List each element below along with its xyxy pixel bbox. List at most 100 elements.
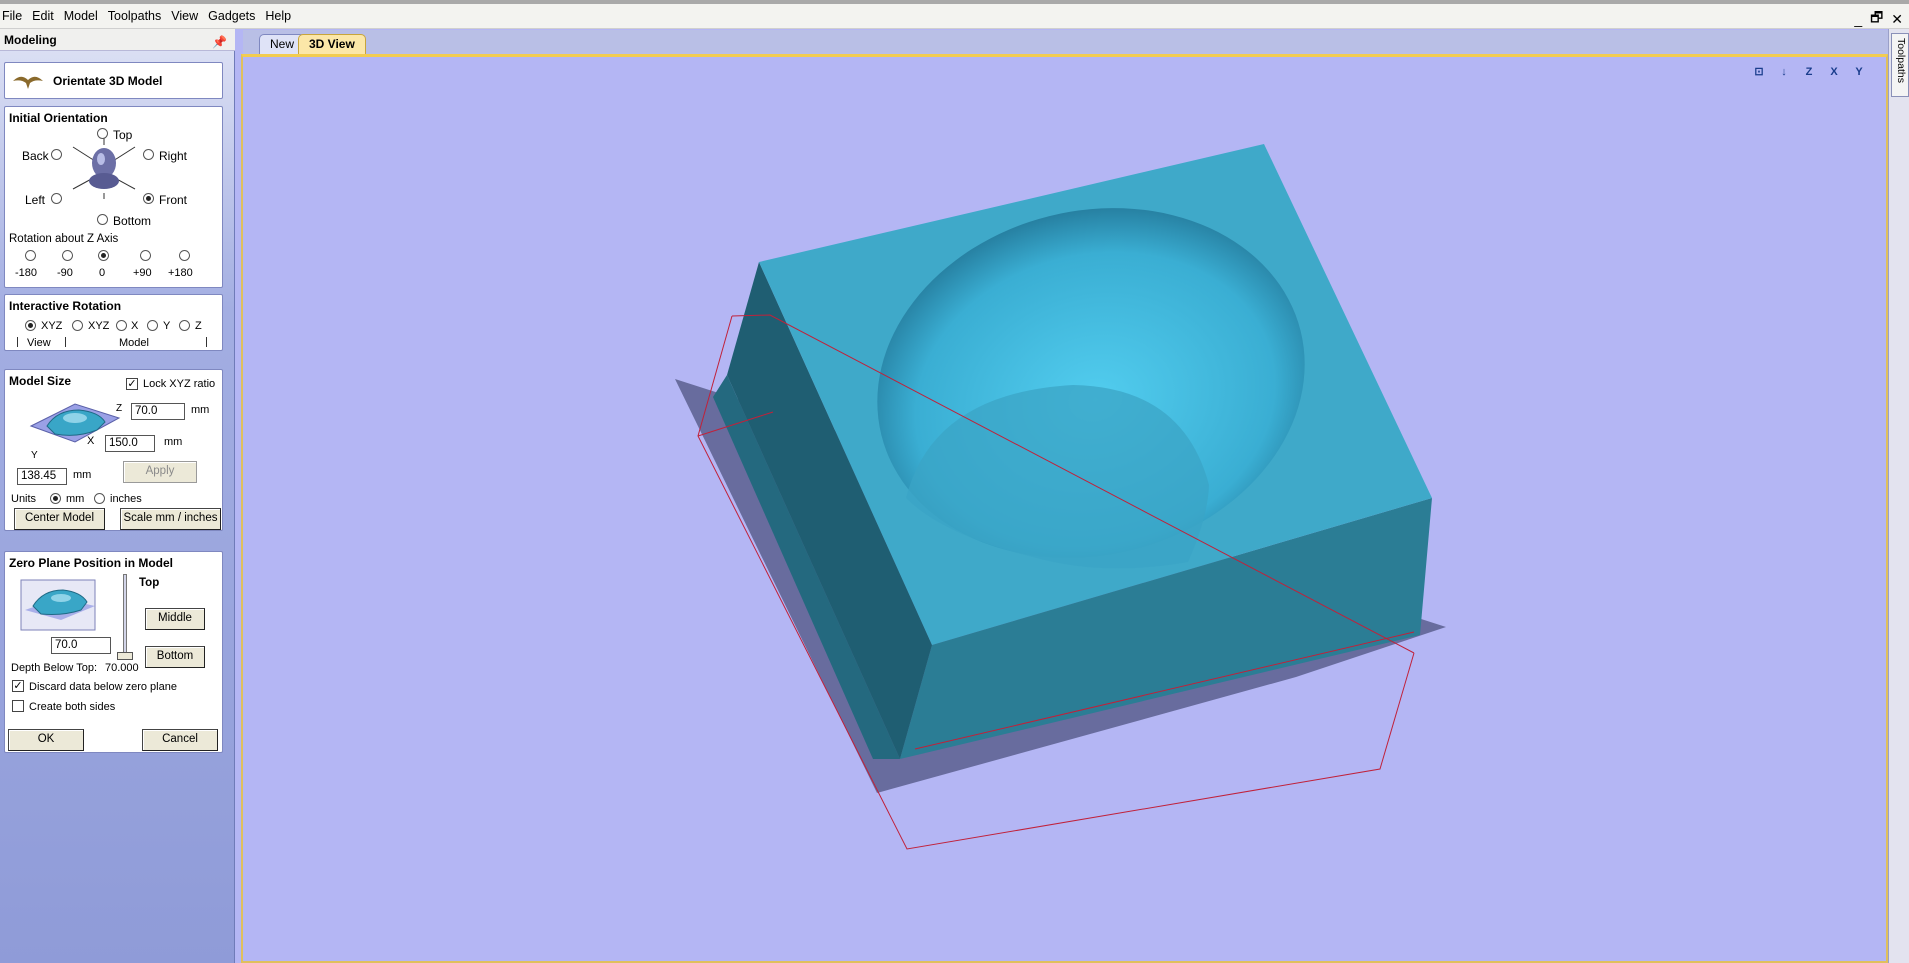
rotation-0-radio[interactable] [98,250,109,261]
create-both-sides-checkbox[interactable] [12,700,24,712]
3d-scene [675,144,1446,850]
x-size-input[interactable]: 150.0 [105,435,155,452]
menu-view[interactable]: View [171,4,208,29]
rotation-view-xyz-label: XYZ [41,320,63,332]
ok-button[interactable]: OK [8,729,84,751]
create-both-sides-label: Create both sides [29,701,116,713]
unit-inches-radio[interactable] [94,493,105,504]
page-title: Orientate 3D Model [53,74,163,88]
orientation-bottom-label: Bottom [113,214,152,228]
menu-bar: File Edit Model Toolpaths View Gadgets H… [0,4,1909,29]
orientation-left-radio[interactable] [51,193,62,204]
view-group-label: View [27,337,51,349]
x-axis-label: X [87,435,95,447]
zero-plane-slider-thumb[interactable] [117,652,133,660]
interactive-rotation-box: Interactive Rotation XYZ XYZ X Y Z View … [4,294,223,351]
tab-3d-view[interactable]: 3D View [298,34,366,54]
unit-inches-label: inches [110,493,142,505]
discard-below-checkbox[interactable]: ✓ [12,680,24,692]
unit-mm-radio[interactable] [50,493,61,504]
x-unit-label: mm [164,436,183,448]
rotation-plus90-label: +90 [133,267,152,279]
eagle-icon [13,76,43,89]
rotation-minus90-label: -90 [57,267,73,279]
orientation-top-label: Top [113,128,133,142]
rotation-plus90-radio[interactable] [140,250,151,261]
zero-plane-top-label: Top [139,577,160,589]
menu-help[interactable]: Help [265,4,301,29]
rotation-minus180-label: -180 [15,267,38,279]
zero-plane-bottom-button[interactable]: Bottom [145,646,205,668]
lock-ratio-label: Lock XYZ ratio [143,378,216,390]
center-model-button[interactable]: Center Model [14,508,105,530]
zero-plane-value-input[interactable]: 70.0 [51,637,111,654]
toolpaths-tab[interactable]: Toolpaths [1891,33,1909,97]
minimize-icon[interactable]: _ [1854,11,1862,27]
divider [17,337,18,347]
orientation-top-radio[interactable] [97,128,108,139]
panel-header: Modeling 📌 [0,29,235,51]
head-model-icon [72,137,136,199]
rotation-view-xyz-radio[interactable] [25,320,36,331]
rotation-plus180-radio[interactable] [179,250,190,261]
y-unit-label: mm [73,469,92,481]
3d-viewport[interactable]: ⊡ ↓ Z X Y [241,54,1888,963]
rotation-x-radio[interactable] [116,320,127,331]
menu-toolpaths[interactable]: Toolpaths [108,4,172,29]
close-icon[interactable]: ✕ [1891,11,1903,28]
section-heading: Initial Orientation [9,111,108,125]
rotation-z-label: Z [195,320,202,332]
menu-gadgets[interactable]: Gadgets [208,4,265,29]
rotation-label: Rotation about Z Axis [9,233,119,245]
depth-value: 70.000 [105,662,139,674]
z-axis-label: Z [116,403,123,414]
menu-model[interactable]: Model [64,4,108,29]
rotation-y-radio[interactable] [147,320,158,331]
z-size-input[interactable]: 70.0 [131,403,185,420]
rotation-model-xyz-radio[interactable] [72,320,83,331]
rotation-0-label: 0 [99,267,106,279]
zero-plane-preview-icon [20,579,96,631]
lock-ratio-checkbox[interactable]: ✓ [126,378,138,390]
rotation-z-radio[interactable] [179,320,190,331]
rotation-plus180-label: +180 [168,267,193,279]
cancel-button[interactable]: Cancel [142,729,218,751]
menu-edit[interactable]: Edit [32,4,64,29]
restore-icon[interactable]: 🗗 [1870,7,1883,31]
apply-button[interactable]: Apply [123,461,197,483]
orientation-right-radio[interactable] [143,149,154,160]
orientation-bottom-radio[interactable] [97,214,108,225]
zero-plane-middle-button[interactable]: Middle [145,608,205,630]
orientation-back-label: Back [22,149,49,163]
rotation-x-label: X [131,320,139,332]
rotation-y-label: Y [163,320,171,332]
section-heading: Model Size [9,374,72,388]
document-tabs: New 3D View [243,30,1893,54]
divider [206,337,207,347]
menu-file[interactable]: File [2,4,32,29]
pin-icon[interactable]: 📌 [212,31,227,53]
units-label: Units [11,493,37,505]
initial-orientation-box: Initial Orientation Top Back Right Left … [4,106,223,288]
model-size-box: Model Size ✓ Lock XYZ ratio Z 70.0 mm X … [4,369,223,531]
scale-units-button[interactable]: Scale mm / inches [120,508,221,530]
modeling-panel: Modeling 📌 Orientate 3D Model Initial Or… [0,29,235,963]
panel-title: Modeling [4,33,57,47]
orientation-front-label: Front [159,193,188,207]
orientation-back-radio[interactable] [51,149,62,160]
rotation-model-xyz-label: XYZ [88,320,110,332]
rotation-minus180-radio[interactable] [25,250,36,261]
zero-plane-slider-track[interactable] [123,574,127,658]
orientation-left-label: Left [25,193,46,207]
window-controls: _ 🗗 ✕ [1854,8,1903,30]
right-dock-strip: Toolpaths [1888,29,1909,963]
zero-plane-box: Zero Plane Position in Model Top Middle … [4,551,223,753]
section-heading: Interactive Rotation [9,299,122,313]
orientation-right-label: Right [159,149,188,163]
rotation-minus90-radio[interactable] [62,250,73,261]
model-group-label: Model [119,337,149,349]
depth-label: Depth Below Top: [11,662,98,674]
orientation-front-radio[interactable] [143,193,154,204]
y-size-input[interactable]: 138.45 [17,468,67,485]
y-axis-label: Y [31,450,38,461]
